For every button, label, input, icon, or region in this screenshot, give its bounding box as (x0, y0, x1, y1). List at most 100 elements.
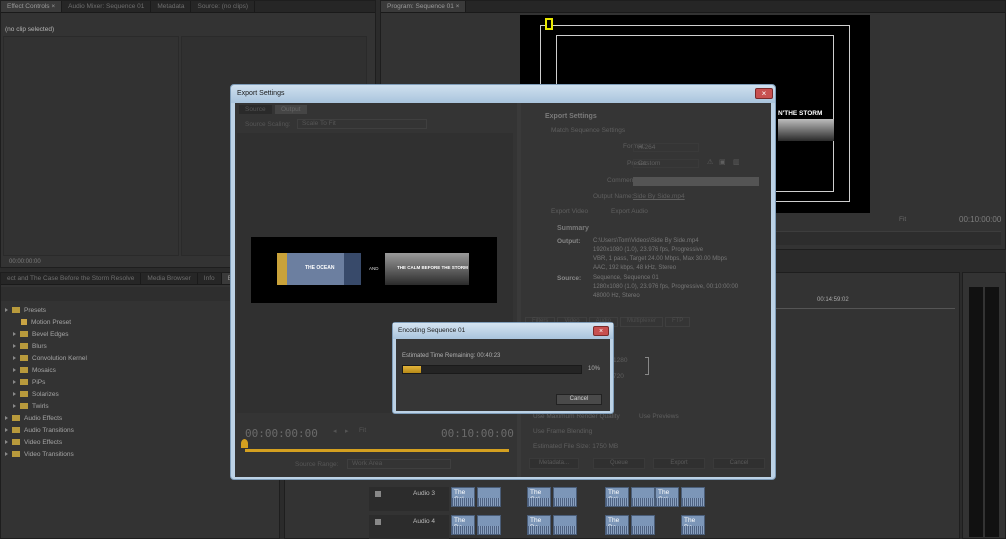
expand-icon[interactable] (13, 392, 16, 397)
audio-clip[interactable] (553, 515, 577, 535)
tab-metadata[interactable]: Metadata (151, 1, 192, 12)
expand-icon[interactable] (5, 308, 8, 313)
work-area-bar[interactable] (245, 449, 509, 452)
tab-audio-mixer[interactable]: Audio Mixer: Sequence 01 (62, 1, 152, 12)
audio-clip[interactable]: The De (605, 515, 629, 535)
audio-clip[interactable]: The Cal (527, 487, 551, 507)
expand-icon[interactable] (5, 452, 8, 457)
audio-clip[interactable]: The Cal (655, 487, 679, 507)
expand-icon[interactable] (13, 380, 16, 385)
delete-preset-icon[interactable]: ▥ (733, 158, 740, 166)
format-select[interactable]: H.264 (633, 143, 699, 152)
source-label: Source: (557, 275, 582, 282)
use-max-render-checkbox[interactable]: Use Maximum Render Quality (533, 413, 620, 420)
speaker-icon[interactable] (375, 519, 381, 525)
step-forward-icon[interactable]: ▸ (345, 427, 349, 435)
output-tab[interactable]: Output (275, 105, 307, 114)
tree-item-video-effects[interactable]: Video Effects (5, 437, 62, 449)
cancel-button[interactable]: Cancel (713, 458, 765, 469)
match-sequence-checkbox[interactable]: Match Sequence Settings (551, 127, 625, 134)
expand-icon[interactable] (13, 368, 16, 373)
audio-clip[interactable] (477, 515, 501, 535)
tree-item-convolution-kernel[interactable]: Convolution Kernel (13, 353, 87, 365)
tree-item-video-transitions[interactable]: Video Transitions (5, 449, 74, 461)
source-tab[interactable]: Source (239, 105, 272, 114)
source-range-label: Source Range: (295, 461, 339, 468)
expand-icon[interactable] (13, 344, 16, 349)
queue-button[interactable]: Queue (593, 458, 645, 469)
expand-icon[interactable] (5, 416, 8, 421)
audio-clip[interactable]: The De (527, 515, 551, 535)
expand-icon[interactable] (5, 440, 8, 445)
tab-program[interactable]: Program: Sequence 01 × (381, 1, 467, 12)
tab-info[interactable]: Info (198, 273, 222, 284)
aspect-link-icon[interactable] (645, 357, 649, 375)
folder-icon (20, 355, 28, 362)
expand-icon[interactable] (13, 404, 16, 409)
encoding-cancel-button[interactable]: Cancel (556, 394, 602, 405)
tab-project[interactable]: ect and The Case Before the Storm Resolv… (1, 273, 142, 284)
use-frame-blending-checkbox[interactable]: Use Frame Blending (533, 428, 592, 435)
audio-clip[interactable] (631, 487, 655, 507)
export-audio-checkbox[interactable]: Export Audio (611, 208, 648, 215)
output-line: C:\Users\Tom\Videos\Side By Side.mp4 (593, 238, 699, 244)
tree-item-presets[interactable]: Presets (5, 305, 46, 317)
expand-icon[interactable] (13, 332, 16, 337)
tree-item-twirls[interactable]: Twirls (13, 401, 49, 413)
close-icon[interactable]: × (593, 326, 609, 336)
tab-ftp[interactable]: FTP (664, 317, 691, 327)
estimated-file-size: Estimated File Size: 1750 MB (533, 443, 619, 450)
save-preset-icon[interactable]: ⚠ (707, 158, 713, 166)
width-value[interactable]: 1280 (613, 357, 627, 364)
audio-clip[interactable]: The De (451, 515, 475, 535)
folder-icon (20, 331, 28, 338)
progress-percent: 10% (588, 366, 601, 372)
source-range-select[interactable]: Work Area (347, 459, 451, 469)
preset-icon (21, 319, 27, 326)
tree-item-bevel-edges[interactable]: Bevel Edges (13, 329, 69, 341)
expand-icon[interactable] (13, 356, 16, 361)
audio-clip[interactable] (681, 487, 705, 507)
tab-effect-controls[interactable]: Effect Controls × (1, 1, 63, 12)
step-back-icon[interactable]: ◂ (333, 427, 337, 435)
height-value[interactable]: 720 (613, 373, 624, 380)
speaker-icon[interactable] (375, 491, 381, 497)
tree-item-mosaics[interactable]: Mosaics (13, 365, 56, 377)
audio-clip[interactable]: The Cal (605, 487, 629, 507)
source-scaling-select[interactable]: Scale To Fit (297, 119, 427, 129)
tree-item-solarizes[interactable]: Solarizes (13, 389, 59, 401)
preset-select[interactable]: Custom (633, 159, 699, 168)
metadata-button[interactable]: Metadata... (529, 458, 579, 469)
audio-clip[interactable] (553, 487, 577, 507)
tab-media-browser[interactable]: Media Browser (141, 273, 198, 284)
output-name-label: Output Name: (593, 193, 634, 200)
selected-anchor-handle[interactable] (545, 18, 553, 30)
export-button[interactable]: Export (653, 458, 705, 469)
output-name-link[interactable]: Side By Side.mp4 (633, 193, 685, 200)
program-fit-select[interactable]: Fit (899, 216, 906, 223)
effect-list-area (3, 36, 179, 256)
playhead-marker[interactable] (241, 439, 248, 448)
audio-clip[interactable]: The Cal (451, 487, 475, 507)
tab-source[interactable]: Source: (no clips) (191, 1, 256, 12)
export-fit-select[interactable]: Fit (359, 427, 366, 434)
tree-item-motion-preset[interactable]: Motion Preset (21, 317, 71, 329)
tree-item-pips[interactable]: PiPs (13, 377, 45, 389)
waveform (632, 526, 654, 534)
export-video-checkbox[interactable]: Export Video (551, 208, 588, 215)
audio-clip[interactable] (631, 515, 655, 535)
encoding-body: Estimated Time Remaining: 00:40:23 10% C… (396, 339, 610, 411)
audio-clip[interactable] (477, 487, 501, 507)
waveform (554, 498, 576, 506)
tree-item-audio-effects[interactable]: Audio Effects (5, 413, 62, 425)
audio-clip[interactable]: The De (681, 515, 705, 535)
use-previews-checkbox[interactable]: Use Previews (639, 413, 679, 420)
expand-icon[interactable] (5, 428, 8, 433)
comments-field[interactable] (633, 177, 759, 186)
tab-multiplexer[interactable]: Multiplexer (619, 317, 663, 327)
tree-item-audio-transitions[interactable]: Audio Transitions (5, 425, 74, 437)
folder-icon (12, 427, 20, 434)
close-icon[interactable]: × (755, 88, 773, 99)
tree-item-blurs[interactable]: Blurs (13, 341, 47, 353)
import-preset-icon[interactable]: ▣ (719, 158, 726, 166)
